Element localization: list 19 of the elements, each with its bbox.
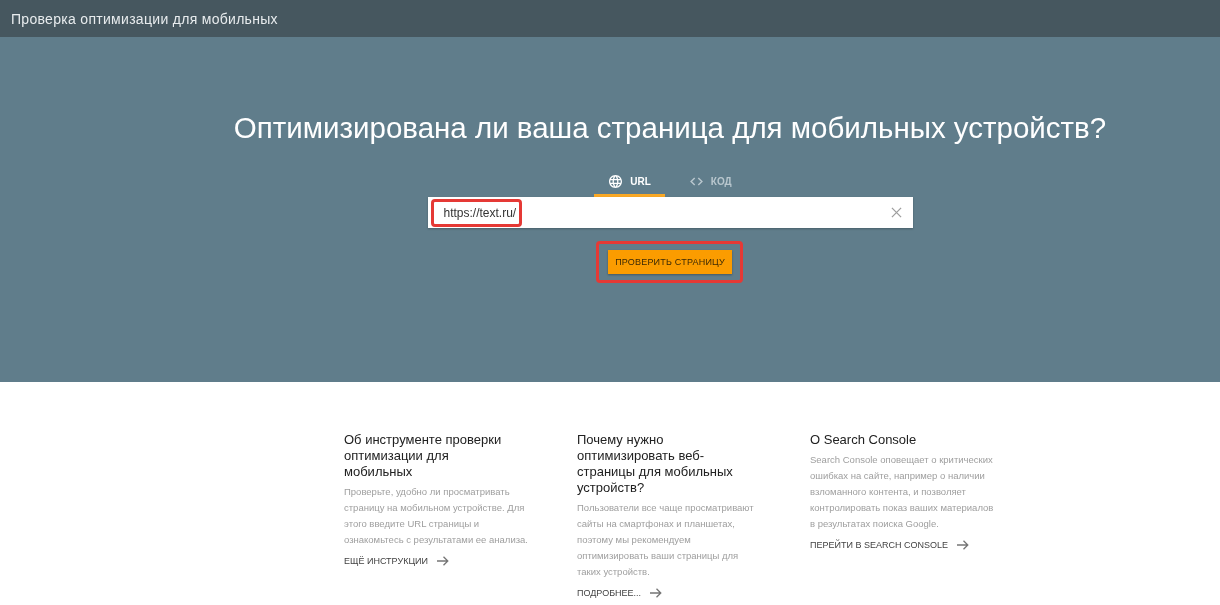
column-heading: Почему нужно оптимизировать веб-страницы для мобильных устройств? bbox=[577, 432, 734, 496]
url-field[interactable]: https://text.ru/ bbox=[427, 197, 913, 228]
code-icon bbox=[689, 176, 703, 186]
arrow-icon bbox=[956, 540, 969, 550]
column-text: Проверьте, удобно ли просматривать страницу на мобильном устройстве. Для этого введите URL страницы и ознакомьтесь с результатами ее анализа. bbox=[344, 485, 529, 547]
app-title: Проверка оптимизации для мобильных bbox=[11, 10, 278, 27]
column-text: Search Console оповещает о критических ошибках на сайте, например о наличии взломанного контента, и позволяет контролировать показ ваших материалов в результатах поиска Google. bbox=[810, 453, 995, 531]
column-text: Пользователи все чаще просматривают сайты на смартфонах и планшетах, поэтому мы рекомендуем оптимизировать ваши страницы для таких устройств. bbox=[577, 501, 755, 579]
info-link[interactable]: ПОДРОБНЕЕ... bbox=[577, 585, 663, 601]
arrow-icon bbox=[437, 556, 449, 566]
arrow-icon bbox=[650, 588, 663, 598]
check-page-button[interactable]: ПРОВЕРИТЬ СТРАНИЦУ bbox=[608, 250, 732, 274]
globe-icon bbox=[609, 174, 623, 188]
column-heading: О Search Console bbox=[810, 432, 918, 448]
column-heading: Об инструменте проверки оптимизации для мобильных bbox=[344, 432, 503, 480]
page-heading: Оптимизирована ли ваша страница для мобильных устройств? bbox=[233, 110, 1107, 146]
close-icon[interactable] bbox=[890, 207, 902, 218]
info-link[interactable]: ПЕРЕЙТИ В SEARCH CONSOLE bbox=[810, 537, 969, 553]
info-link[interactable]: ЕЩЁ ИНСТРУКЦИИ bbox=[344, 553, 449, 569]
